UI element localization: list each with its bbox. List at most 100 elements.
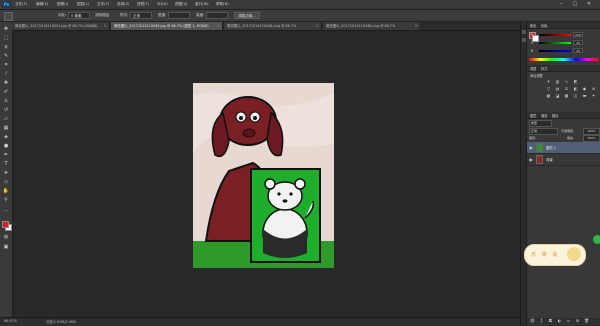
- curves-icon[interactable]: ∿: [563, 79, 570, 84]
- blue-value[interactable]: 30: [573, 48, 583, 53]
- menu-help[interactable]: 帮助(H): [216, 2, 229, 7]
- menu-view[interactable]: 视图(V): [175, 2, 187, 7]
- screen-mode-icon[interactable]: ▣: [2, 244, 10, 251]
- shape-icon[interactable]: ▭: [2, 179, 10, 186]
- green-value[interactable]: 30: [573, 40, 583, 45]
- lasso-icon[interactable]: ϙ: [2, 44, 10, 51]
- layer-row[interactable]: ◉ 图层 1: [527, 142, 600, 154]
- lookup-icon[interactable]: ▦: [545, 93, 552, 98]
- menu-file[interactable]: 文件(F): [15, 2, 27, 7]
- blur-icon[interactable]: ◈: [2, 134, 10, 141]
- layer-name[interactable]: 背景: [546, 157, 553, 162]
- width-input[interactable]: [168, 12, 190, 19]
- close-button[interactable]: ✕: [584, 1, 594, 7]
- exposure-icon[interactable]: ◩: [572, 79, 579, 84]
- visibility-eye-icon[interactable]: ◉: [529, 157, 533, 162]
- close-tab-icon[interactable]: ×: [217, 22, 220, 30]
- gradient-icon[interactable]: ▦: [2, 125, 10, 132]
- quick-select-icon[interactable]: ✎: [2, 53, 10, 60]
- refine-edge-button[interactable]: 调整边缘...: [234, 12, 260, 19]
- balance-icon[interactable]: ⚖: [563, 86, 570, 91]
- green-plus-icon[interactable]: [593, 235, 600, 244]
- stamp-icon[interactable]: ♙: [2, 98, 10, 105]
- photo-filter-icon[interactable]: ◉: [581, 86, 588, 91]
- group-icon[interactable]: ▭: [565, 318, 572, 323]
- fx-icon[interactable]: ƒ: [538, 318, 545, 323]
- menu-edit[interactable]: 编辑(E): [36, 2, 48, 7]
- crop-icon[interactable]: ⌗: [2, 62, 10, 69]
- move-tool-icon[interactable]: ✥: [2, 26, 10, 33]
- quick-mask-icon[interactable]: ◍: [2, 234, 10, 241]
- maximize-button[interactable]: ▢: [570, 1, 580, 7]
- eyedropper-icon[interactable]: ⁄: [2, 71, 10, 78]
- path-select-icon[interactable]: ➤: [2, 170, 10, 177]
- tab-color[interactable]: 颜色: [530, 23, 536, 28]
- tab-swatches[interactable]: 色板: [541, 23, 547, 28]
- floating-badge[interactable]: 乐 简 谈: [524, 244, 586, 266]
- zoom-level[interactable]: 66.67%: [4, 319, 17, 323]
- antialias-label[interactable]: 消除锯齿: [95, 13, 109, 18]
- menu-3d[interactable]: 3D(D): [157, 2, 168, 6]
- style-select[interactable]: 正常: [130, 12, 152, 19]
- hand-icon[interactable]: ✋: [2, 188, 10, 195]
- new-layer-icon[interactable]: ⊞: [574, 318, 581, 323]
- layer-kind-filter[interactable]: 类型: [529, 120, 552, 127]
- link-icon[interactable]: ⛓: [529, 318, 536, 323]
- zoom-icon[interactable]: ⚲: [2, 197, 10, 204]
- red-slider[interactable]: R 216: [531, 32, 583, 37]
- color-spectrum-bar[interactable]: [529, 58, 599, 61]
- document-canvas[interactable]: [193, 83, 334, 268]
- history-brush-icon[interactable]: ↺: [2, 107, 10, 114]
- posterize-icon[interactable]: ▩: [563, 93, 570, 98]
- close-tab-icon[interactable]: ×: [104, 22, 107, 30]
- selective-color-icon[interactable]: ✦: [590, 93, 597, 98]
- tab-channels[interactable]: 通道: [541, 113, 547, 118]
- menu-type[interactable]: 文字(Y): [97, 2, 109, 7]
- bw-icon[interactable]: ◧: [572, 86, 579, 91]
- tab-document-4[interactable]: 微信图片_20171014110048.png @ 66.7% ×: [323, 22, 421, 30]
- menu-window[interactable]: 窗口(W): [195, 2, 209, 7]
- trash-icon[interactable]: 🗑: [583, 318, 590, 323]
- blue-slider[interactable]: B 30: [531, 48, 583, 53]
- pen-icon[interactable]: ✒: [2, 152, 10, 159]
- tab-adjustments[interactable]: 调整: [530, 66, 536, 71]
- type-icon[interactable]: T: [2, 161, 10, 168]
- height-input[interactable]: [206, 12, 228, 19]
- threshold-icon[interactable]: ◫: [572, 93, 579, 98]
- tab-document-2[interactable]: 微信图片_20171014110043.jpg @ 66.7% (图层 1, R…: [111, 22, 223, 30]
- brush-icon[interactable]: ✐: [2, 89, 10, 96]
- healing-icon[interactable]: ✚: [2, 80, 10, 87]
- tab-paths[interactable]: 路径: [552, 113, 558, 118]
- levels-icon[interactable]: ▥: [554, 79, 561, 84]
- blend-mode-select[interactable]: 正常: [529, 128, 558, 135]
- brightness-icon[interactable]: ☀: [545, 79, 552, 84]
- layer-name[interactable]: 图层 1: [546, 145, 556, 150]
- foreground-color-swatch[interactable]: [2, 221, 9, 228]
- hue-icon[interactable]: ▤: [554, 86, 561, 91]
- green-slider[interactable]: G 30: [531, 40, 583, 45]
- mixer-icon[interactable]: ⊛: [590, 86, 597, 91]
- vibrance-icon[interactable]: ▽: [545, 86, 552, 91]
- dodge-icon[interactable]: ●: [2, 143, 10, 150]
- marquee-tool-icon[interactable]: [4, 12, 13, 21]
- gradient-map-icon[interactable]: ▬: [581, 93, 588, 98]
- adjustment-layer-icon[interactable]: ◐: [556, 318, 563, 323]
- eraser-icon[interactable]: ▱: [2, 116, 10, 123]
- more-tools-icon[interactable]: ⋯: [2, 208, 10, 215]
- tab-layers[interactable]: 图层: [530, 113, 536, 118]
- close-tab-icon[interactable]: ×: [316, 22, 319, 30]
- tab-document-3[interactable]: 微信图片_20171014110046.png @ 66.7% ×: [224, 22, 322, 30]
- layer-row[interactable]: ◉ 背景: [527, 154, 600, 166]
- menu-layer[interactable]: 图层(L): [77, 2, 89, 7]
- menu-filter[interactable]: 滤镜(T): [137, 2, 149, 7]
- opacity-input[interactable]: 100%: [583, 128, 600, 135]
- invert-icon[interactable]: ◪: [554, 93, 561, 98]
- menu-select[interactable]: 选择(S): [117, 2, 129, 7]
- menu-image[interactable]: 图像(I): [57, 2, 68, 7]
- tab-document-1[interactable]: 微信图片_20171014110051.jpg @ 66.7% (RGB/8) …: [12, 22, 110, 30]
- marquee-icon[interactable]: ⬚: [2, 35, 10, 42]
- close-tab-icon[interactable]: ×: [415, 22, 418, 30]
- visibility-eye-icon[interactable]: ◉: [529, 145, 533, 150]
- mask-icon[interactable]: ◘: [547, 318, 554, 323]
- fill-input[interactable]: 100%: [583, 135, 600, 142]
